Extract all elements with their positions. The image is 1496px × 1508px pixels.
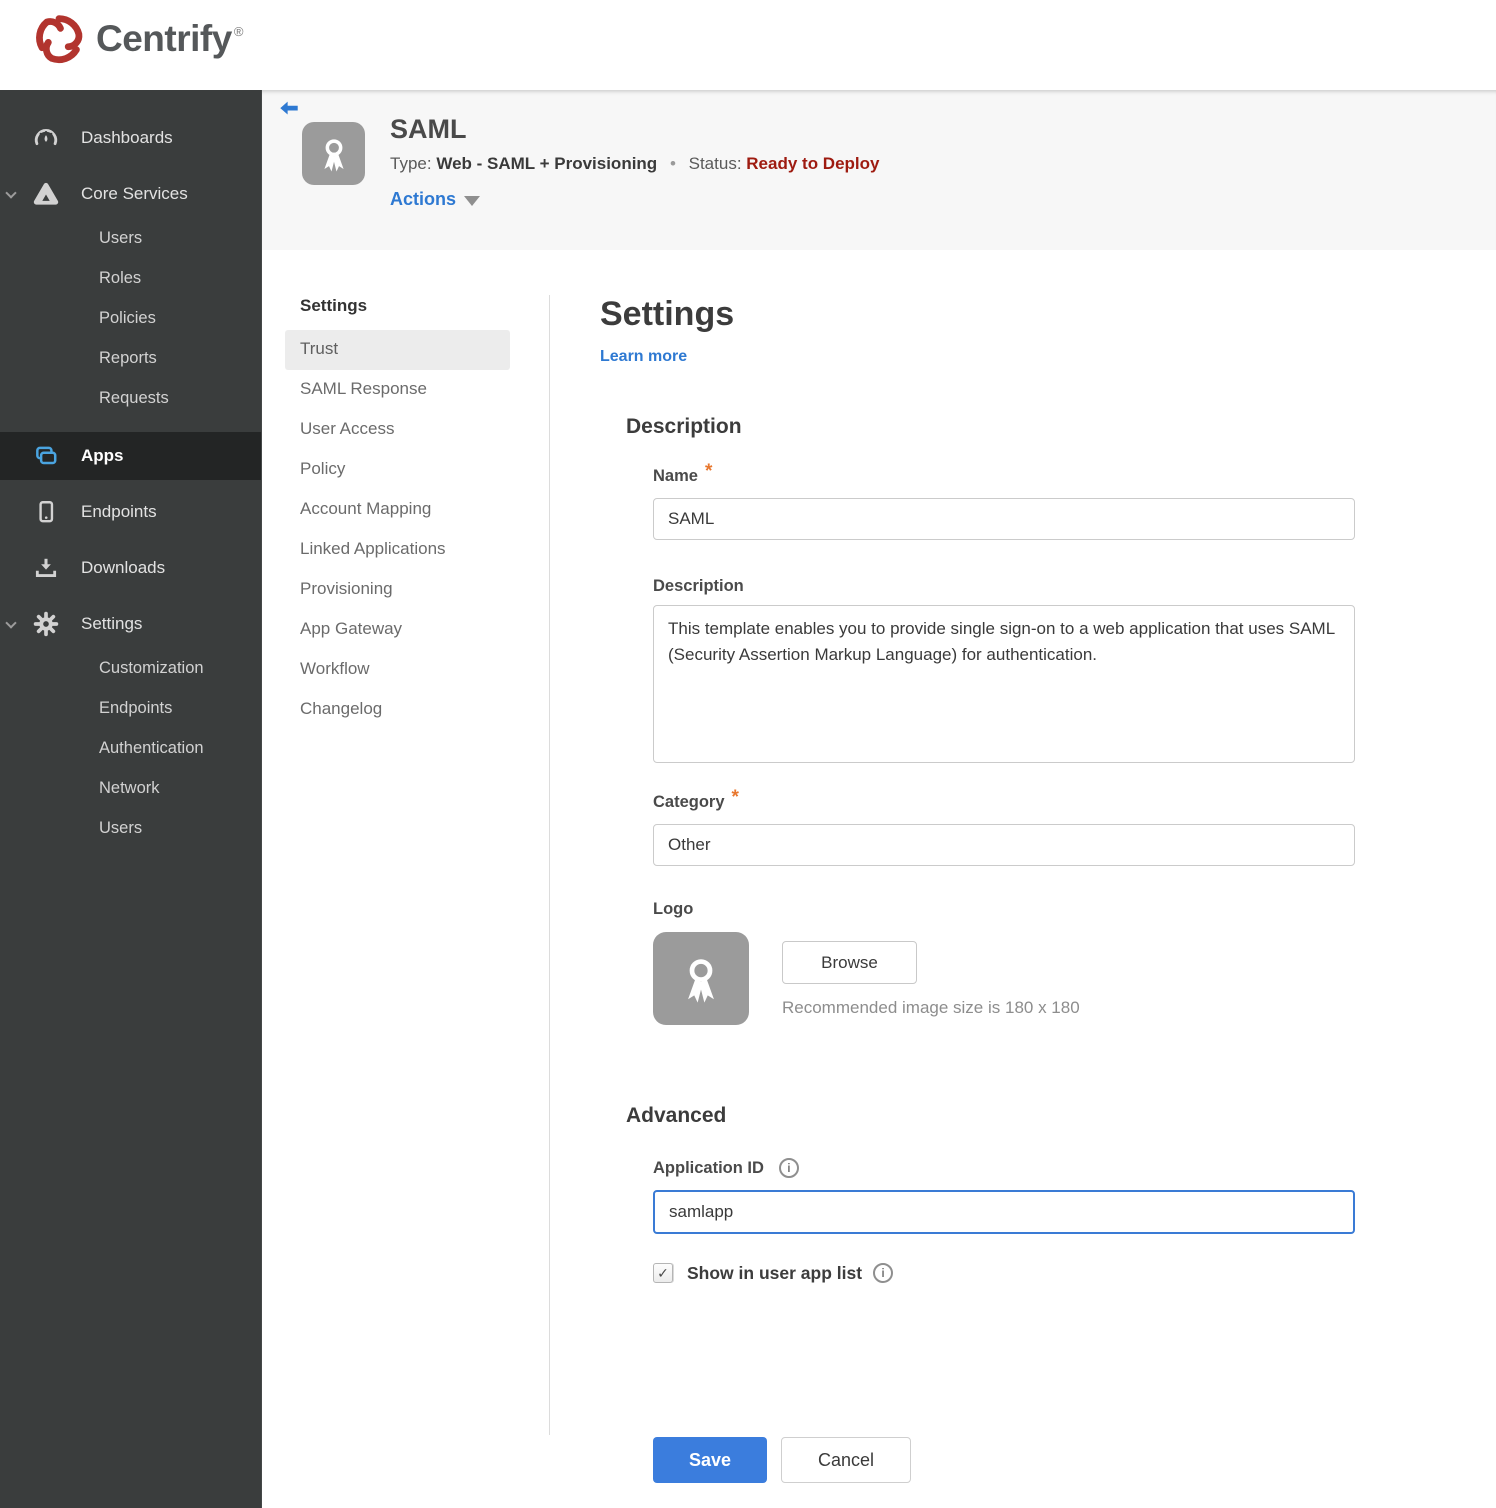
description-label: Description bbox=[653, 576, 744, 595]
device-icon bbox=[33, 499, 59, 525]
centrify-spiral-icon bbox=[36, 15, 83, 64]
subnav-item-user-access[interactable]: User Access bbox=[285, 410, 510, 450]
sidebar-item-network[interactable]: Network bbox=[0, 768, 261, 808]
subnav-item-changelog[interactable]: Changelog bbox=[285, 690, 510, 730]
app-logo bbox=[302, 122, 365, 185]
advanced-section-heading: Advanced bbox=[626, 1104, 727, 1127]
sidebar-item-roles[interactable]: Roles bbox=[0, 258, 261, 298]
app-meta: Type: Web - SAML + Provisioning • Status… bbox=[390, 154, 879, 174]
sidebar-item-label: Downloads bbox=[81, 558, 166, 577]
sidebar-item-endpoints-settings[interactable]: Endpoints bbox=[0, 688, 261, 728]
subnav-item-app-gateway[interactable]: App Gateway bbox=[285, 610, 510, 650]
brand-reg-mark: ® bbox=[233, 23, 244, 39]
sidebar-item-reports[interactable]: Reports bbox=[0, 338, 261, 378]
show-in-user-app-list-label: Show in user app list bbox=[687, 1262, 863, 1283]
subnav-item-account-mapping[interactable]: Account Mapping bbox=[285, 490, 510, 530]
sidebar-item-apps[interactable]: Apps bbox=[0, 432, 261, 480]
required-asterisk: * bbox=[731, 787, 739, 808]
page-title: Settings bbox=[600, 295, 735, 333]
sidebar-item-users-settings[interactable]: Users bbox=[0, 808, 261, 848]
status-label: Status: bbox=[688, 154, 742, 173]
topbar: Centrify ® bbox=[0, 0, 1496, 90]
learn-more-link[interactable]: Learn more bbox=[600, 348, 687, 368]
required-asterisk: * bbox=[704, 461, 713, 482]
type-label: Type: bbox=[390, 154, 432, 173]
subnav-item-provisioning[interactable]: Provisioning bbox=[285, 570, 510, 610]
description-section-heading: Description bbox=[626, 415, 742, 438]
subnav-header: Settings bbox=[300, 296, 368, 315]
gauge-icon bbox=[33, 125, 59, 151]
sidebar-item-authentication[interactable]: Authentication bbox=[0, 728, 261, 768]
subnav-item-workflow[interactable]: Workflow bbox=[285, 650, 510, 690]
chevron-down-icon bbox=[5, 187, 17, 199]
caret-down-icon bbox=[464, 196, 481, 206]
sidebar-item-customization[interactable]: Customization bbox=[0, 648, 261, 688]
chevron-down-icon bbox=[5, 617, 17, 629]
subnav-item-trust[interactable]: Trust bbox=[285, 330, 510, 370]
sidebar-item-core-services[interactable]: Core Services bbox=[0, 170, 261, 218]
vertical-divider bbox=[549, 295, 550, 1435]
sidebar-item-label: Dashboards bbox=[81, 128, 173, 147]
description-field[interactable]: This template enables you to provide sin… bbox=[653, 605, 1355, 763]
sidebar-item-downloads[interactable]: Downloads bbox=[0, 544, 261, 592]
gear-icon bbox=[33, 611, 59, 637]
logo-size-hint: Recommended image size is 180 x 180 bbox=[782, 998, 1080, 1017]
core-services-submenu: Users Roles Policies Reports Requests bbox=[0, 218, 261, 418]
sidebar-item-label: Settings bbox=[81, 614, 143, 633]
apps-icon bbox=[33, 443, 59, 469]
meta-separator: • bbox=[669, 154, 676, 173]
browse-button[interactable]: Browse bbox=[782, 941, 917, 984]
cancel-button[interactable]: Cancel bbox=[781, 1437, 911, 1483]
sidebar-item-users[interactable]: Users bbox=[0, 218, 261, 258]
sidebar-item-label: Apps bbox=[81, 446, 124, 465]
brand-logo[interactable]: Centrify ® bbox=[28, 8, 243, 70]
content: Settings Trust SAML Response User Access… bbox=[262, 250, 1496, 1508]
app-header: SAML Type: Web - SAML + Provisioning • S… bbox=[262, 90, 1496, 250]
core-services-icon bbox=[33, 181, 59, 207]
sidebar-item-settings[interactable]: Settings bbox=[0, 600, 261, 648]
type-value: Web - SAML + Provisioning bbox=[436, 154, 658, 173]
download-icon bbox=[33, 555, 59, 581]
application-id-field[interactable] bbox=[653, 1190, 1355, 1234]
category-label: Category bbox=[653, 792, 725, 811]
sidebar-item-dashboards[interactable]: Dashboards bbox=[0, 90, 261, 162]
back-button[interactable] bbox=[276, 98, 302, 122]
settings-panel: Settings Learn more Description Name * D… bbox=[600, 250, 1390, 1483]
sidebar-item-requests[interactable]: Requests bbox=[0, 378, 261, 418]
app-title: SAML bbox=[390, 114, 467, 144]
info-icon[interactable]: i bbox=[873, 1263, 894, 1283]
name-field[interactable] bbox=[653, 498, 1355, 540]
actions-label: Actions bbox=[390, 189, 457, 209]
application-id-label: Application ID bbox=[653, 1158, 764, 1177]
settings-submenu: Customization Endpoints Authentication N… bbox=[0, 648, 261, 848]
save-button[interactable]: Save bbox=[653, 1437, 767, 1483]
info-icon[interactable]: i bbox=[778, 1158, 799, 1178]
ribbon-icon bbox=[688, 958, 714, 1003]
status-badge: Ready to Deploy bbox=[746, 154, 880, 173]
actions-menu[interactable]: Actions bbox=[390, 189, 481, 210]
sidebar-item-label: Core Services bbox=[81, 184, 188, 203]
ribbon-icon bbox=[323, 138, 344, 171]
sidebar-item-label: Endpoints bbox=[81, 502, 157, 521]
app-subnav: Settings Trust SAML Response User Access… bbox=[285, 296, 510, 730]
subnav-item-linked-applications[interactable]: Linked Applications bbox=[285, 530, 510, 570]
sidebar: Dashboards Core Services Users Roles Pol… bbox=[0, 90, 262, 1508]
name-label: Name bbox=[653, 466, 698, 485]
brand-name: Centrify bbox=[96, 18, 232, 59]
category-field[interactable] bbox=[653, 824, 1355, 866]
logo-preview bbox=[653, 932, 749, 1025]
logo-label: Logo bbox=[653, 899, 694, 918]
back-arrow-icon bbox=[280, 101, 298, 115]
sidebar-item-policies[interactable]: Policies bbox=[0, 298, 261, 338]
subnav-item-policy[interactable]: Policy bbox=[285, 450, 510, 490]
sidebar-item-endpoints[interactable]: Endpoints bbox=[0, 488, 261, 536]
subnav-item-saml-response[interactable]: SAML Response bbox=[285, 370, 510, 410]
show-in-user-app-list-checkbox[interactable]: ✓ bbox=[653, 1263, 673, 1283]
